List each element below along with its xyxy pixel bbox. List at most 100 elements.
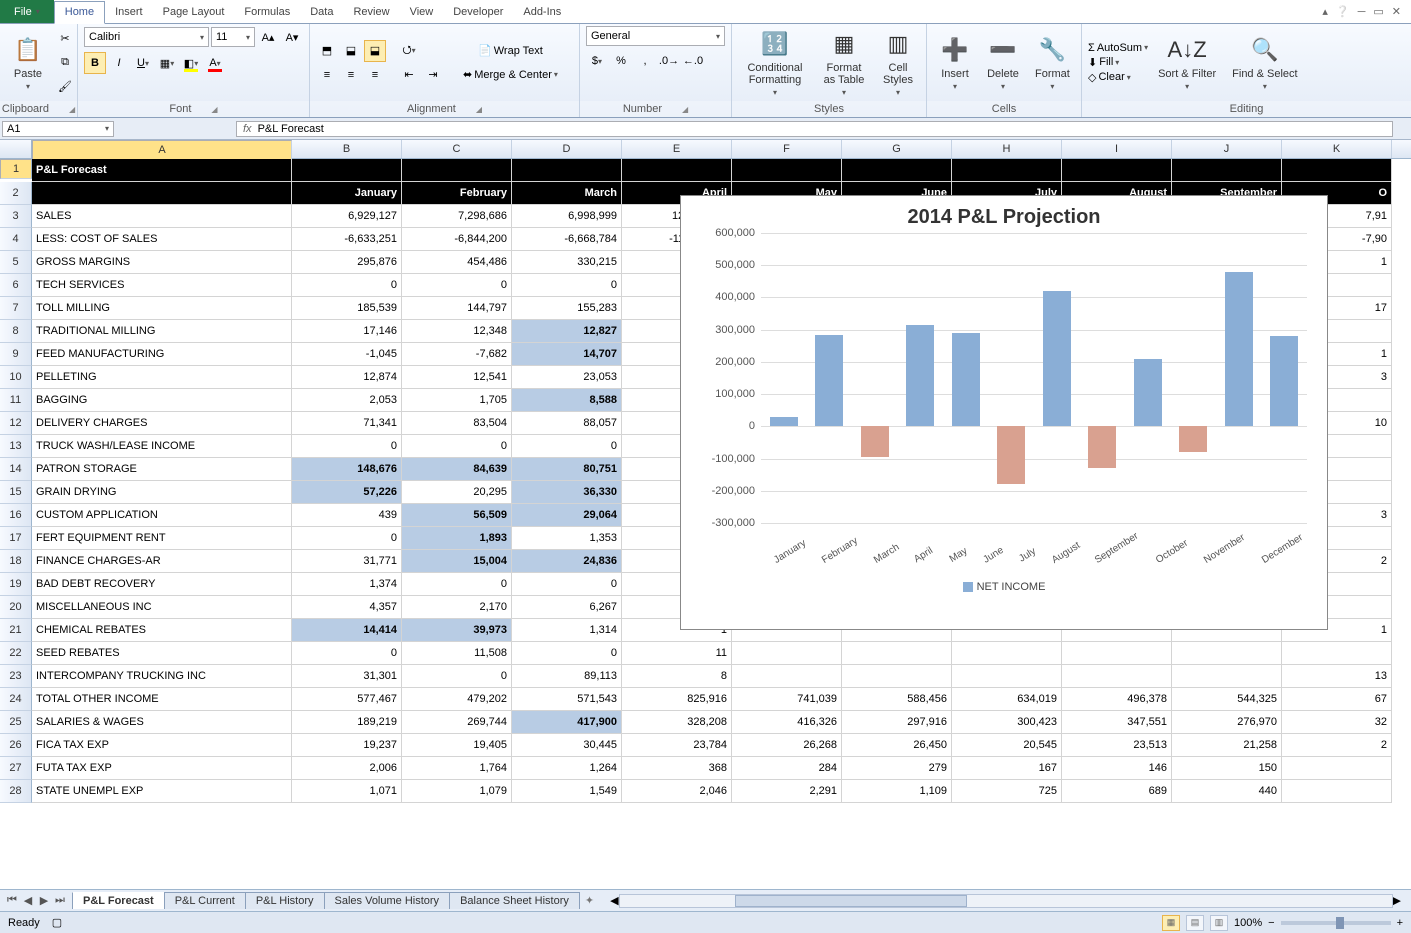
chart-bar[interactable]	[815, 335, 843, 427]
tab-add-ins[interactable]: Add-Ins	[513, 0, 571, 23]
cell[interactable]: 1,109	[842, 780, 952, 803]
cell[interactable]	[1282, 159, 1392, 182]
cell[interactable]: 83,504	[402, 412, 512, 435]
chart-bar[interactable]	[1225, 272, 1253, 427]
cell[interactable]: 14,707	[512, 343, 622, 366]
percent-format-icon[interactable]: %	[610, 50, 632, 72]
cell[interactable]: 155,283	[512, 297, 622, 320]
row-header[interactable]: 22	[0, 642, 32, 665]
sort-filter-button[interactable]: A↓ZSort & Filter▾	[1152, 32, 1222, 93]
row-header[interactable]: 27	[0, 757, 32, 780]
row-header[interactable]: 20	[0, 596, 32, 619]
dialog-launcher-icon[interactable]: ◢	[682, 105, 688, 114]
cell[interactable]: 31,301	[292, 665, 402, 688]
column-header-J[interactable]: J	[1172, 140, 1282, 158]
cell[interactable]: 144,797	[402, 297, 512, 320]
cell[interactable]: 20,545	[952, 734, 1062, 757]
cell[interactable]: 0	[292, 435, 402, 458]
cell[interactable]: 32	[1282, 711, 1392, 734]
sheet-tab[interactable]: P&L History	[245, 892, 325, 909]
row-header[interactable]: 4	[0, 228, 32, 251]
cell[interactable]: P&L Forecast	[32, 159, 292, 182]
horizontal-scrollbar[interactable]: ◀▶	[610, 894, 1401, 908]
row-header[interactable]: 18	[0, 550, 32, 573]
cell[interactable]: 7,298,686	[402, 205, 512, 228]
row-header[interactable]: 9	[0, 343, 32, 366]
row-header[interactable]: 12	[0, 412, 32, 435]
cell[interactable]	[292, 159, 402, 182]
cell[interactable]: 11	[622, 642, 732, 665]
cell[interactable]: 12,348	[402, 320, 512, 343]
cell[interactable]: 1,264	[512, 757, 622, 780]
cell[interactable]: LESS: COST OF SALES	[32, 228, 292, 251]
cell[interactable]: 479,202	[402, 688, 512, 711]
cell[interactable]	[1062, 642, 1172, 665]
cell[interactable]: SALARIES & WAGES	[32, 711, 292, 734]
column-header-H[interactable]: H	[952, 140, 1062, 158]
cell[interactable]: TRUCK WASH/LEASE INCOME	[32, 435, 292, 458]
row-header[interactable]: 16	[0, 504, 32, 527]
cell[interactable]: 20,295	[402, 481, 512, 504]
cell[interactable]: 185,539	[292, 297, 402, 320]
cell[interactable]: FERT EQUIPMENT RENT	[32, 527, 292, 550]
cell[interactable]	[1172, 665, 1282, 688]
decrease-decimal-icon[interactable]: ←.0	[682, 50, 704, 72]
cell[interactable]: 300,423	[952, 711, 1062, 734]
cell[interactable]: 89,113	[512, 665, 622, 688]
worksheet-grid[interactable]: ABCDEFGHIJK 1P&L Forecast2JanuaryFebruar…	[0, 140, 1411, 889]
row-header[interactable]: 13	[0, 435, 32, 458]
cell[interactable]: 23,513	[1062, 734, 1172, 757]
insert-cells-button[interactable]: ➕Insert▾	[933, 32, 977, 93]
cell[interactable]	[732, 665, 842, 688]
cell[interactable]: 439	[292, 504, 402, 527]
tab-view[interactable]: View	[400, 0, 444, 23]
paste-button[interactable]: 📋 Paste▾	[6, 32, 50, 93]
autosum-button[interactable]: Σ AutoSum▾	[1088, 42, 1148, 54]
cell[interactable]: 328,208	[622, 711, 732, 734]
cell[interactable]	[842, 665, 952, 688]
chart-bar[interactable]	[1134, 359, 1162, 427]
cell[interactable]: 295,876	[292, 251, 402, 274]
zoom-level[interactable]: 100%	[1234, 917, 1262, 929]
row-header[interactable]: 25	[0, 711, 32, 734]
cell[interactable]: FINANCE CHARGES-AR	[32, 550, 292, 573]
chart-bar[interactable]	[1088, 426, 1116, 468]
cell[interactable]: 496,378	[1062, 688, 1172, 711]
cell[interactable]: STATE UNEMPL EXP	[32, 780, 292, 803]
column-header-C[interactable]: C	[402, 140, 512, 158]
cell[interactable]: 0	[402, 665, 512, 688]
file-tab[interactable]: File▾	[0, 0, 54, 23]
dialog-launcher-icon[interactable]: ◢	[211, 105, 217, 114]
merge-center-button[interactable]: ⬌ Merge & Center▾	[456, 64, 565, 86]
cell[interactable]	[842, 642, 952, 665]
cell[interactable]: 24,836	[512, 550, 622, 573]
row-header[interactable]: 5	[0, 251, 32, 274]
cell[interactable]: BAGGING	[32, 389, 292, 412]
sheet-nav-next-icon[interactable]: ▶	[36, 894, 52, 907]
cell[interactable]: 80,751	[512, 458, 622, 481]
cell[interactable]	[1172, 159, 1282, 182]
cell[interactable]: 19,405	[402, 734, 512, 757]
cell[interactable]: 577,467	[292, 688, 402, 711]
cell[interactable]: TRADITIONAL MILLING	[32, 320, 292, 343]
cell[interactable]: 689	[1062, 780, 1172, 803]
cell[interactable]	[1062, 159, 1172, 182]
cell[interactable]: 11,508	[402, 642, 512, 665]
cell[interactable]: 6,929,127	[292, 205, 402, 228]
column-header-E[interactable]: E	[622, 140, 732, 158]
cell[interactable]: 67	[1282, 688, 1392, 711]
cell[interactable]: 84,639	[402, 458, 512, 481]
cell[interactable]	[842, 159, 952, 182]
cell[interactable]: 330,215	[512, 251, 622, 274]
number-format-select[interactable]: General▾	[586, 26, 725, 46]
cell[interactable]: 13	[1282, 665, 1392, 688]
cell[interactable]	[32, 182, 292, 205]
row-header[interactable]: 10	[0, 366, 32, 389]
tab-formulas[interactable]: Formulas	[234, 0, 300, 23]
chart-bar[interactable]	[952, 333, 980, 426]
cell[interactable]: 741,039	[732, 688, 842, 711]
chart-2014-pnl-projection[interactable]: 2014 P&L Projection -300,000-200,000-100…	[680, 195, 1328, 630]
cell[interactable]: 0	[512, 435, 622, 458]
orientation-icon[interactable]: ⭯▾	[398, 40, 420, 62]
chart-bar[interactable]	[997, 426, 1025, 484]
